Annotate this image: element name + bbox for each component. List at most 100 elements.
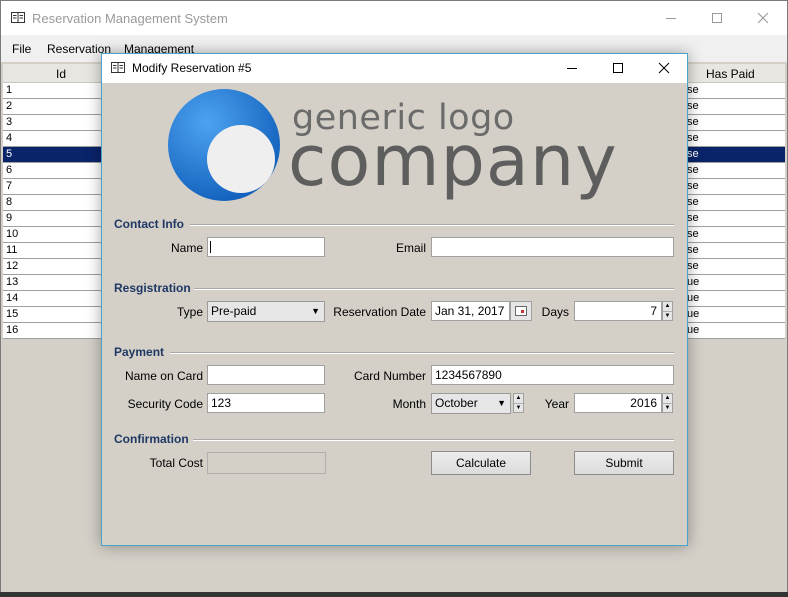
dropdown-arrow-icon: ▼	[497, 398, 506, 408]
calendar-button[interactable]	[510, 301, 532, 321]
row-has-paid-cell: se	[687, 116, 699, 128]
app-icon	[11, 12, 25, 26]
modify-reservation-dialog: Modify Reservation #5 generic logo compa…	[101, 53, 688, 546]
row-has-paid-cell: ue	[687, 292, 700, 304]
row-id-cell: 6	[6, 164, 13, 176]
total-cost-label: Total Cost	[149, 456, 203, 470]
type-select[interactable]: Pre-paid ▼	[207, 301, 325, 322]
section-divider	[170, 352, 674, 354]
card-number-label: Card Number	[353, 369, 426, 383]
row-id-cell: 9	[6, 212, 13, 224]
year-label: Year	[544, 397, 569, 411]
month-label: Month	[392, 397, 426, 411]
row-has-paid-cell: se	[687, 148, 699, 160]
row-id-cell: 11	[6, 244, 18, 256]
spinner-up-icon[interactable]: ▲	[663, 394, 672, 404]
month-select[interactable]: October ▼	[431, 393, 511, 414]
maximize-icon	[613, 63, 623, 73]
row-has-paid-cell: se	[687, 84, 699, 96]
close-icon	[658, 62, 670, 74]
main-titlebar[interactable]: Reservation Management System	[1, 1, 787, 35]
row-has-paid-cell: se	[687, 244, 699, 256]
section-contact-info: Contact Info	[114, 217, 184, 231]
security-code-input[interactable]: 123	[207, 393, 325, 413]
calculate-button[interactable]: Calculate	[431, 451, 531, 475]
row-id-cell: 10	[6, 228, 19, 240]
month-spinner[interactable]: ▲ ▼	[513, 393, 524, 413]
row-has-paid-cell: se	[687, 180, 699, 192]
section-divider	[194, 288, 674, 290]
section-confirmation: Confirmation	[114, 432, 189, 446]
spinner-down-icon[interactable]: ▼	[514, 404, 523, 413]
main-maximize-button[interactable]	[694, 1, 740, 35]
security-code-label: Security Code	[127, 397, 203, 411]
menu-file[interactable]: File	[12, 42, 31, 56]
row-has-paid-cell: se	[687, 212, 699, 224]
days-input[interactable]: 7	[574, 301, 662, 321]
spinner-up-icon[interactable]: ▲	[514, 394, 523, 404]
dialog-titlebar[interactable]: Modify Reservation #5	[102, 54, 687, 83]
days-spinner[interactable]: ▲ ▼	[662, 301, 673, 321]
logo-text-company: company	[288, 120, 618, 202]
email-label: Email	[395, 241, 426, 255]
reservation-date-label: Reservation Date	[333, 305, 426, 319]
row-id-cell: 2	[6, 100, 13, 112]
row-has-paid-cell: se	[687, 196, 699, 208]
row-has-paid-cell: se	[687, 260, 699, 272]
row-has-paid-cell: ue	[687, 276, 700, 288]
row-id-cell: 16	[6, 324, 19, 336]
name-on-card-input[interactable]	[207, 365, 325, 385]
dialog-title: Modify Reservation #5	[132, 61, 252, 75]
section-registration: Resgistration	[114, 281, 191, 295]
app-icon	[111, 62, 125, 76]
row-id-cell: 5	[6, 148, 13, 160]
row-has-paid-cell: se	[687, 228, 699, 240]
section-divider	[190, 224, 674, 226]
name-input[interactable]	[207, 237, 325, 257]
year-spinner[interactable]: ▲ ▼	[662, 393, 673, 413]
total-cost-output	[207, 452, 326, 474]
type-select-value: Pre-paid	[211, 304, 257, 318]
spinner-up-icon[interactable]: ▲	[663, 302, 672, 312]
column-header-id[interactable]: Id	[56, 67, 66, 81]
section-divider	[193, 439, 674, 441]
row-id-cell: 15	[6, 308, 19, 320]
email-input[interactable]	[431, 237, 674, 257]
row-id-cell: 13	[6, 276, 19, 288]
days-label: Days	[541, 305, 569, 319]
month-select-value: October	[435, 396, 478, 410]
minimize-icon	[567, 68, 577, 69]
row-id-cell: 12	[6, 260, 19, 272]
row-has-paid-cell: se	[687, 164, 699, 176]
main-minimize-button[interactable]	[648, 1, 694, 35]
row-has-paid-cell: se	[687, 100, 699, 112]
row-has-paid-cell: se	[687, 132, 699, 144]
reservation-date-input[interactable]: Jan 31, 2017	[431, 301, 510, 321]
minimize-icon	[666, 18, 676, 19]
column-header-has-paid[interactable]: Has Paid	[706, 67, 755, 81]
company-logo-mark	[167, 87, 287, 207]
close-icon	[757, 12, 769, 24]
section-payment: Payment	[114, 345, 165, 359]
dialog-close-button[interactable]	[641, 54, 687, 83]
maximize-icon	[712, 13, 722, 23]
dialog-maximize-button[interactable]	[595, 54, 641, 83]
year-input[interactable]: 2016	[574, 393, 662, 413]
type-label: Type	[176, 305, 203, 319]
row-has-paid-cell: ue	[687, 324, 700, 336]
row-id-cell: 4	[6, 132, 13, 144]
card-number-input[interactable]: 1234567890	[431, 365, 674, 385]
row-id-cell: 1	[6, 84, 13, 96]
name-on-card-label: Name on Card	[124, 369, 203, 383]
submit-button[interactable]: Submit	[574, 451, 674, 475]
calendar-icon	[515, 306, 527, 316]
spinner-down-icon[interactable]: ▼	[663, 312, 672, 321]
row-id-cell: 3	[6, 116, 13, 128]
dialog-minimize-button[interactable]	[549, 54, 595, 83]
status-bar	[0, 592, 788, 597]
main-window-title: Reservation Management System	[32, 11, 228, 26]
row-id-cell: 7	[6, 180, 13, 192]
spinner-down-icon[interactable]: ▼	[663, 404, 672, 413]
main-close-button[interactable]	[740, 1, 786, 35]
name-label: Name	[170, 241, 203, 255]
